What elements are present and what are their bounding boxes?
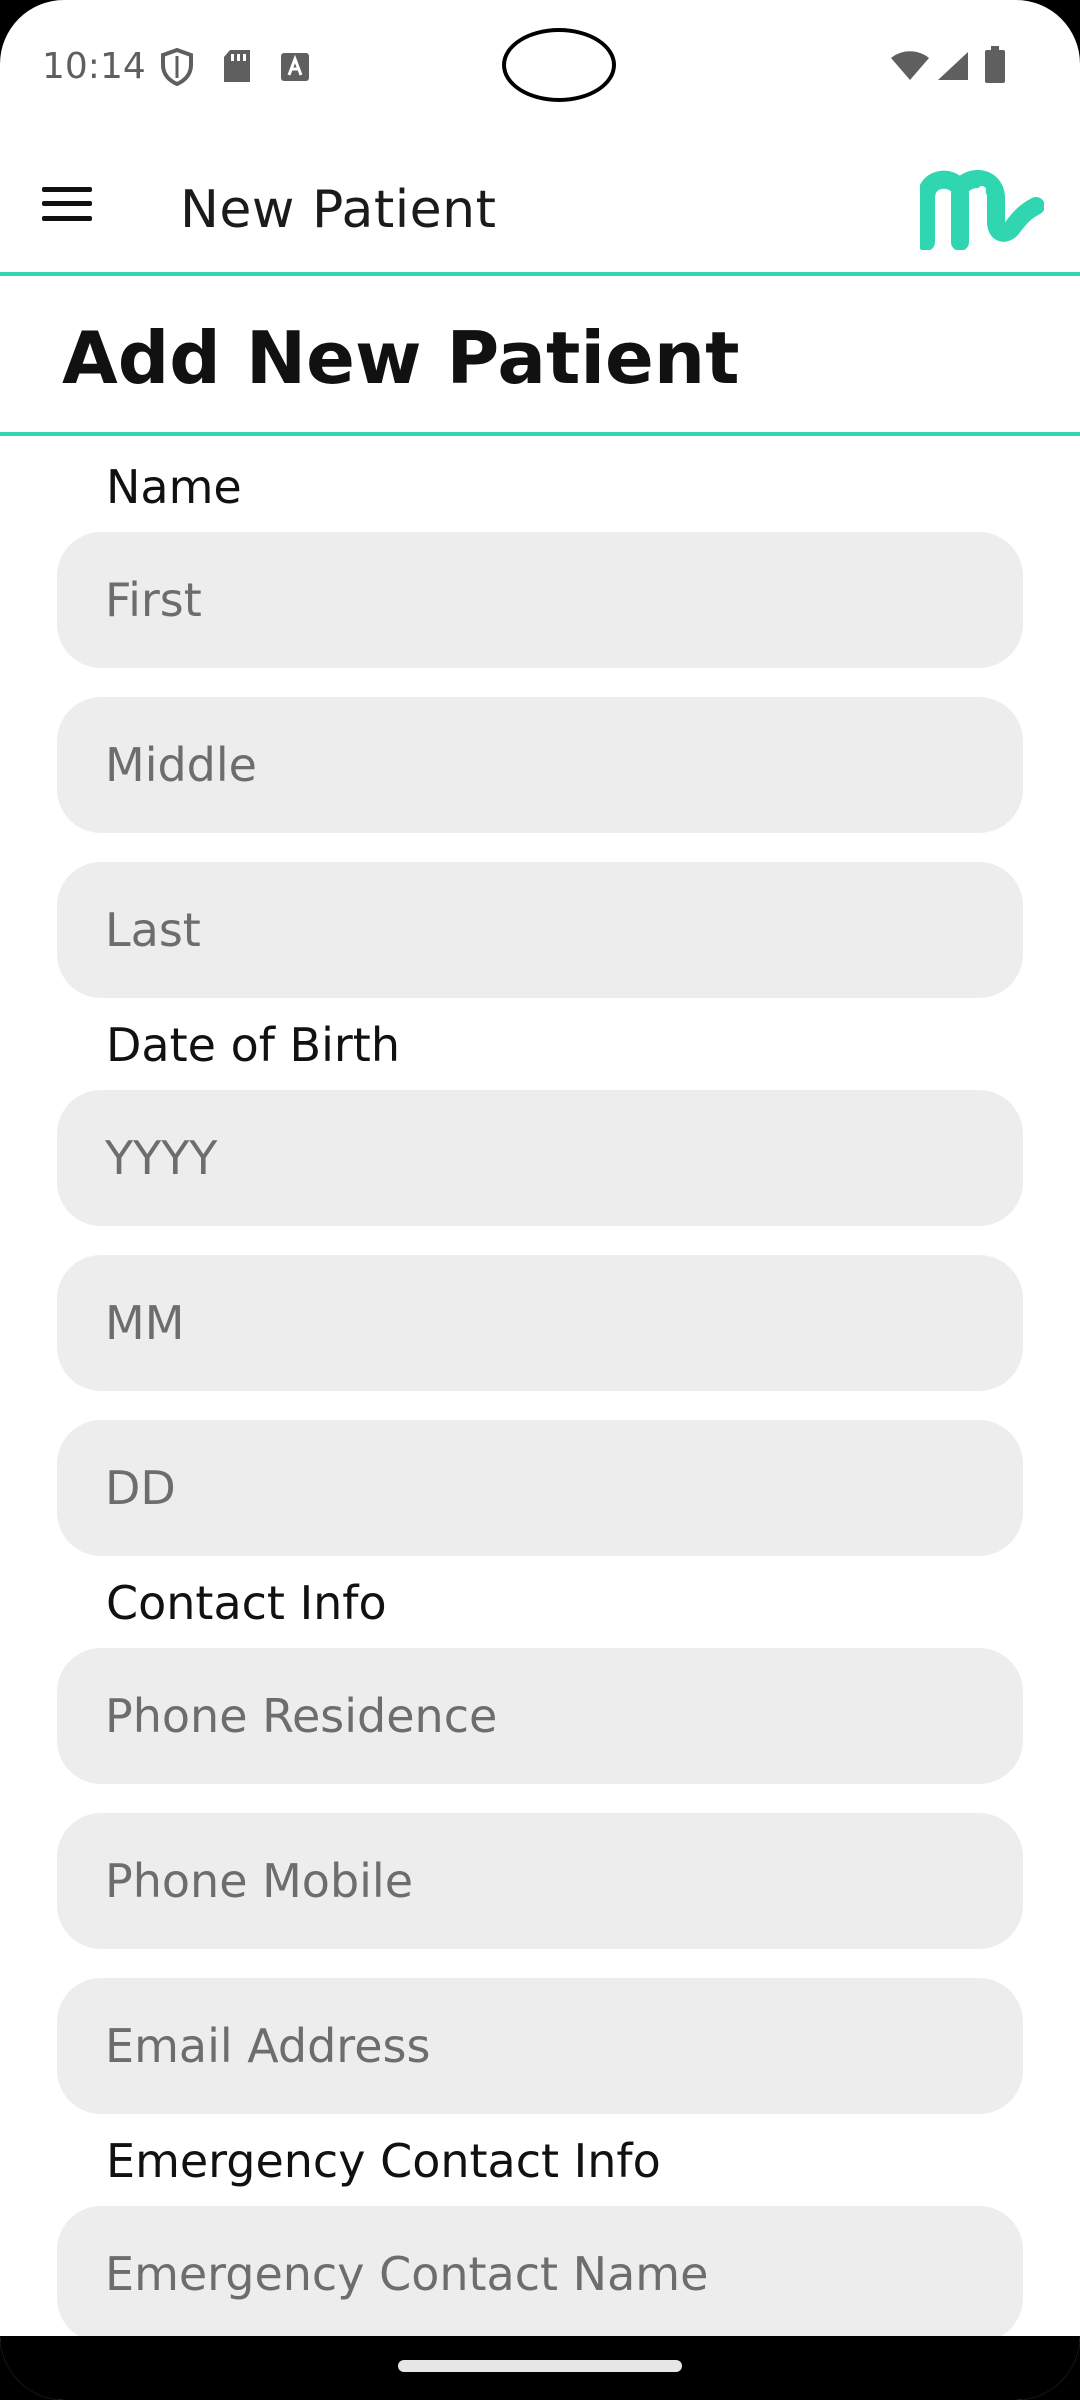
birth-month-field[interactable] xyxy=(57,1255,1023,1391)
front-camera xyxy=(502,28,616,102)
status-bar: 10:14 xyxy=(0,0,1080,134)
birth-day-input[interactable] xyxy=(105,1420,985,1556)
birth-year-field[interactable] xyxy=(57,1090,1023,1226)
birth-year-input[interactable] xyxy=(105,1090,985,1226)
birth-day-field[interactable] xyxy=(57,1420,1023,1556)
shield-icon xyxy=(160,47,194,90)
middle-name-input[interactable] xyxy=(105,697,985,833)
emergency-contact-name-field[interactable] xyxy=(57,2206,1023,2342)
email-field[interactable] xyxy=(57,1978,1023,2114)
device-screen: 10:14 New Patient Add New Patient Name F… xyxy=(0,0,1080,2400)
sd-card-icon xyxy=(222,48,252,88)
birth-month-input[interactable] xyxy=(105,1255,985,1391)
emergency-section-label: Emergency Contact Info xyxy=(106,2134,661,2188)
home-gesture-handle[interactable] xyxy=(398,2360,682,2372)
hamburger-menu-icon[interactable] xyxy=(42,187,92,221)
email-input[interactable] xyxy=(105,1978,985,2114)
font-a-icon xyxy=(280,52,310,86)
cellular-signal-icon xyxy=(936,50,970,86)
phone-mobile-field[interactable] xyxy=(57,1813,1023,1949)
name-section-label: Name xyxy=(106,460,242,514)
app-bar: New Patient xyxy=(0,134,1080,276)
phone-mobile-input[interactable] xyxy=(105,1813,985,1949)
last-name-input[interactable] xyxy=(105,862,985,998)
page-heading: Add New Patient xyxy=(62,316,740,400)
system-navigation-bar xyxy=(0,2336,1080,2400)
last-name-field[interactable] xyxy=(57,862,1023,998)
phone-residence-input[interactable] xyxy=(105,1648,985,1784)
emergency-contact-name-input[interactable] xyxy=(105,2206,985,2342)
wifi-icon xyxy=(890,50,930,86)
status-time: 10:14 xyxy=(42,46,146,87)
page-heading-section: Add New Patient xyxy=(0,280,1080,436)
first-name-input[interactable] xyxy=(105,532,985,668)
dob-section-label: Date of Birth xyxy=(106,1018,400,1072)
battery-icon xyxy=(984,46,1006,88)
contact-section-label: Contact Info xyxy=(106,1576,387,1630)
phone-residence-field[interactable] xyxy=(57,1648,1023,1784)
elephant-logo-icon xyxy=(917,170,1045,251)
app-bar-title: New Patient xyxy=(180,180,497,240)
middle-name-field[interactable] xyxy=(57,697,1023,833)
first-name-field[interactable] xyxy=(57,532,1023,668)
